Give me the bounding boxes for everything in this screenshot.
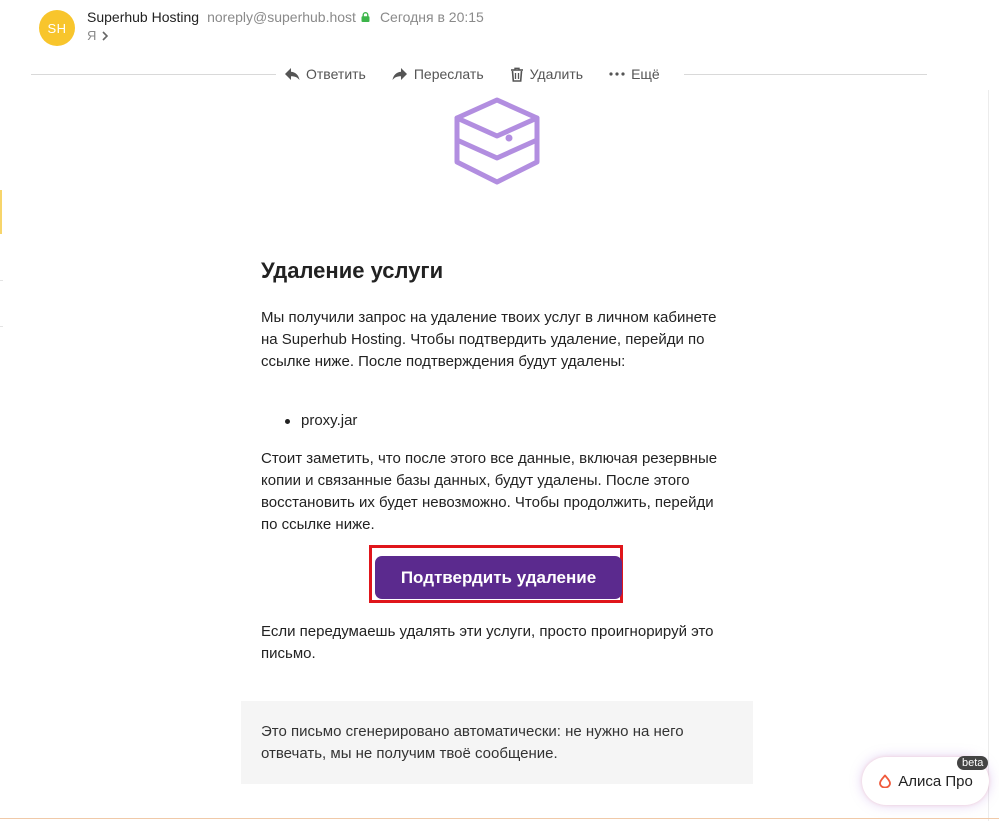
left-divider <box>0 326 3 327</box>
email-paragraph: Мы получили запрос на удаление твоих усл… <box>261 309 717 370</box>
sender-line: Superhub Hosting noreply@superhub.host С… <box>87 9 484 25</box>
sender-email[interactable]: noreply@superhub.host <box>207 9 356 25</box>
bullet-icon <box>285 418 290 424</box>
avatar[interactable]: SH <box>39 10 75 46</box>
sent-date: Сегодня в 20:15 <box>379 9 484 25</box>
delete-button[interactable]: Удалить <box>510 66 583 82</box>
reply-icon <box>285 68 300 80</box>
left-divider <box>0 280 3 281</box>
email-paragraph: Стоит заметить, что после этого все данн… <box>261 450 718 533</box>
recipient-label: Я <box>87 28 97 43</box>
email-title: Удаление услуги <box>261 258 444 283</box>
footer-text: Это письмо сгенерировано автоматически: … <box>261 723 684 762</box>
recipient-toggle[interactable]: Я <box>87 28 109 43</box>
bottom-divider <box>0 818 999 819</box>
box-icon <box>454 97 540 185</box>
right-divider <box>988 90 989 821</box>
more-button[interactable]: Ещё <box>609 66 660 82</box>
alice-label: Алиса Про <box>898 772 973 790</box>
reply-label: Ответить <box>306 66 366 82</box>
beta-badge: beta <box>957 756 989 770</box>
delete-label: Удалить <box>529 66 584 82</box>
reply-button[interactable]: Ответить <box>284 66 366 82</box>
message-toolbar: Ответить Переслать Удалить Ещё <box>276 62 668 86</box>
service-name: proxy.jar <box>301 412 358 429</box>
chevron-right-icon <box>102 30 109 41</box>
confirm-delete-button[interactable]: Подтвердить удаление <box>375 556 622 599</box>
alice-icon <box>879 774 892 788</box>
email-paragraph: Если передумаешь удалять эти услуги, про… <box>261 623 714 662</box>
forward-label: Переслать <box>413 66 484 82</box>
forward-button[interactable]: Переслать <box>392 66 484 82</box>
toolbar-divider <box>31 74 276 75</box>
sender-name[interactable]: Superhub Hosting <box>87 9 199 25</box>
toolbar-divider <box>684 74 927 75</box>
auto-message-notice: Это письмо сгенерировано автоматически: … <box>241 701 753 784</box>
more-dots-icon <box>609 72 625 76</box>
left-accent-bar <box>0 190 2 234</box>
more-label: Ещё <box>631 66 660 82</box>
trash-icon <box>510 67 523 82</box>
lock-icon <box>361 12 370 22</box>
forward-icon <box>392 68 407 80</box>
list-item: proxy.jar <box>285 410 357 432</box>
